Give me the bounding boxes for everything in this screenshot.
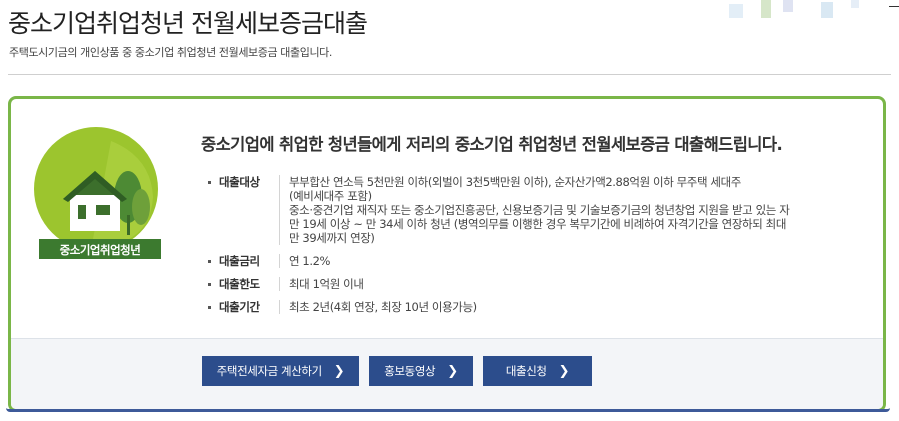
page-subtitle: 주택도시기금의 개인상품 중 중소기업 취업청년 전월세보증금 대출입니다. <box>9 46 332 59</box>
apply-loan-button[interactable]: 대출신청 ❯ <box>483 356 592 386</box>
info-value: 최대 1억원 이내 <box>279 277 876 291</box>
button-label: 홍보동영상 <box>384 364 436 378</box>
info-line: 최대 1억원 이내 <box>289 277 364 291</box>
house-trees-icon: 중소기업취업청년 <box>34 127 161 259</box>
info-label: 대출기간 <box>206 300 279 314</box>
page-title: 중소기업취업청년 전월세보증금대출 <box>8 9 368 38</box>
chevron-right-icon: ❯ <box>447 363 458 379</box>
info-value: 연 1.2% <box>279 254 876 268</box>
info-row-rate: 대출금리 연 1.2% <box>206 254 876 268</box>
info-label: 대출금리 <box>206 254 279 268</box>
info-row-limit: 대출한도 최대 1억원 이내 <box>206 277 876 291</box>
chevron-right-icon: ❯ <box>333 363 345 379</box>
product-headline: 중소기업에 취업한 청년들에게 저리의 중소기업 취업청년 전월세보증금 대출해… <box>201 135 783 154</box>
button-label: 대출신청 <box>505 364 547 378</box>
info-line: 최초 2년(4회 연장, 최장 10년 이용가능) <box>289 300 477 314</box>
button-label: 주택전세자금 계산하기 <box>216 364 322 378</box>
action-buttons: 주택전세자금 계산하기 ❯ 홍보동영상 ❯ 대출신청 ❯ <box>202 356 592 386</box>
chevron-right-icon: ❯ <box>558 363 570 379</box>
promo-video-button[interactable]: 홍보동영상 ❯ <box>369 356 473 386</box>
header-divider <box>8 74 891 75</box>
info-line: 만 19세 이상 ~ 만 34세 이하 청년 (병역의무를 이행한 경우 복무기… <box>289 217 787 231</box>
info-row-period: 대출기간 최초 2년(4회 연장, 최장 10년 이용가능) <box>206 300 876 314</box>
info-label: 대출대상 <box>206 175 279 245</box>
info-row-target: 대출대상 부부합산 연소득 5천만원 이하(외벌이 3천5백만원 이하), 순자… <box>206 175 876 245</box>
loan-info-list: 대출대상 부부합산 연소득 5천만원 이하(외벌이 3천5백만원 이하), 순자… <box>206 175 876 323</box>
emblem-label: 중소기업취업청년 <box>60 243 141 257</box>
info-label: 대출한도 <box>206 277 279 291</box>
header-decoration <box>699 0 899 20</box>
loan-product-card: 중소기업취업청년 중소기업에 취업한 청년들에게 저리의 중소기업 취업청년 전… <box>8 96 886 412</box>
card-bottom-edge <box>6 408 890 412</box>
info-value: 최초 2년(4회 연장, 최장 10년 이용가능) <box>279 300 876 314</box>
info-line: 부부합산 연소득 5천만원 이하(외벌이 3천5백만원 이하), 순자산가액2.… <box>289 175 741 189</box>
info-value: 부부합산 연소득 5천만원 이하(외벌이 3천5백만원 이하), 순자산가액2.… <box>279 175 876 245</box>
calculate-loan-button[interactable]: 주택전세자금 계산하기 ❯ <box>202 356 359 386</box>
info-line: 연 1.2% <box>289 254 331 268</box>
info-line: 중소·중견기업 재직자 또는 중소기업진흥공단, 신용보증기금 및 기술보증기금… <box>289 203 790 217</box>
info-line: (예비세대주 포함) <box>289 189 372 203</box>
info-line: 만 39세까지 연장) <box>289 231 375 245</box>
